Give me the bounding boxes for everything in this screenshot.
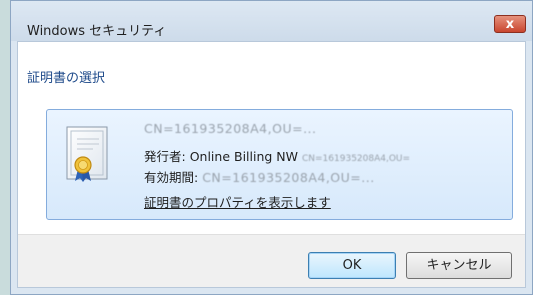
validity-row: 有効期間: CN=161935208A4,OU=... (144, 167, 375, 186)
issuer-extra: CN=161935208A4,OU= (302, 154, 411, 164)
issuer-label: 発行者: (144, 149, 186, 164)
issuer-row: 発行者: Online Billing NW CN=161935208A4,OU… (144, 146, 410, 165)
validity-value: CN=161935208A4,OU=... (202, 170, 375, 185)
certificate-icon (66, 126, 108, 182)
issuer-value: Online Billing NW (189, 149, 299, 164)
security-dialog-window: Windows セキュリティ x 証明書の選択 CN=161935208A4,O… (10, 0, 533, 295)
ok-button[interactable]: OK (308, 252, 396, 279)
cancel-button[interactable]: キャンセル (406, 252, 512, 279)
certificate-subject: CN=161935208A4,OU=... (144, 121, 317, 136)
certificate-properties-link[interactable]: 証明書のプロパティを表示します (144, 192, 331, 211)
dialog-content: 証明書の選択 CN=161935208A4,OU=... 発行者: Online… (17, 41, 526, 288)
title-bar: Windows セキュリティ x (11, 1, 532, 41)
close-button[interactable]: x (494, 15, 526, 33)
certificate-list-item[interactable]: CN=161935208A4,OU=... 発行者: Online Billin… (46, 109, 513, 220)
dialog-heading: 証明書の選択 (27, 71, 106, 86)
validity-label: 有効期間: (144, 170, 199, 185)
window-title: Windows セキュリティ (27, 24, 167, 39)
close-icon: x (505, 17, 515, 32)
